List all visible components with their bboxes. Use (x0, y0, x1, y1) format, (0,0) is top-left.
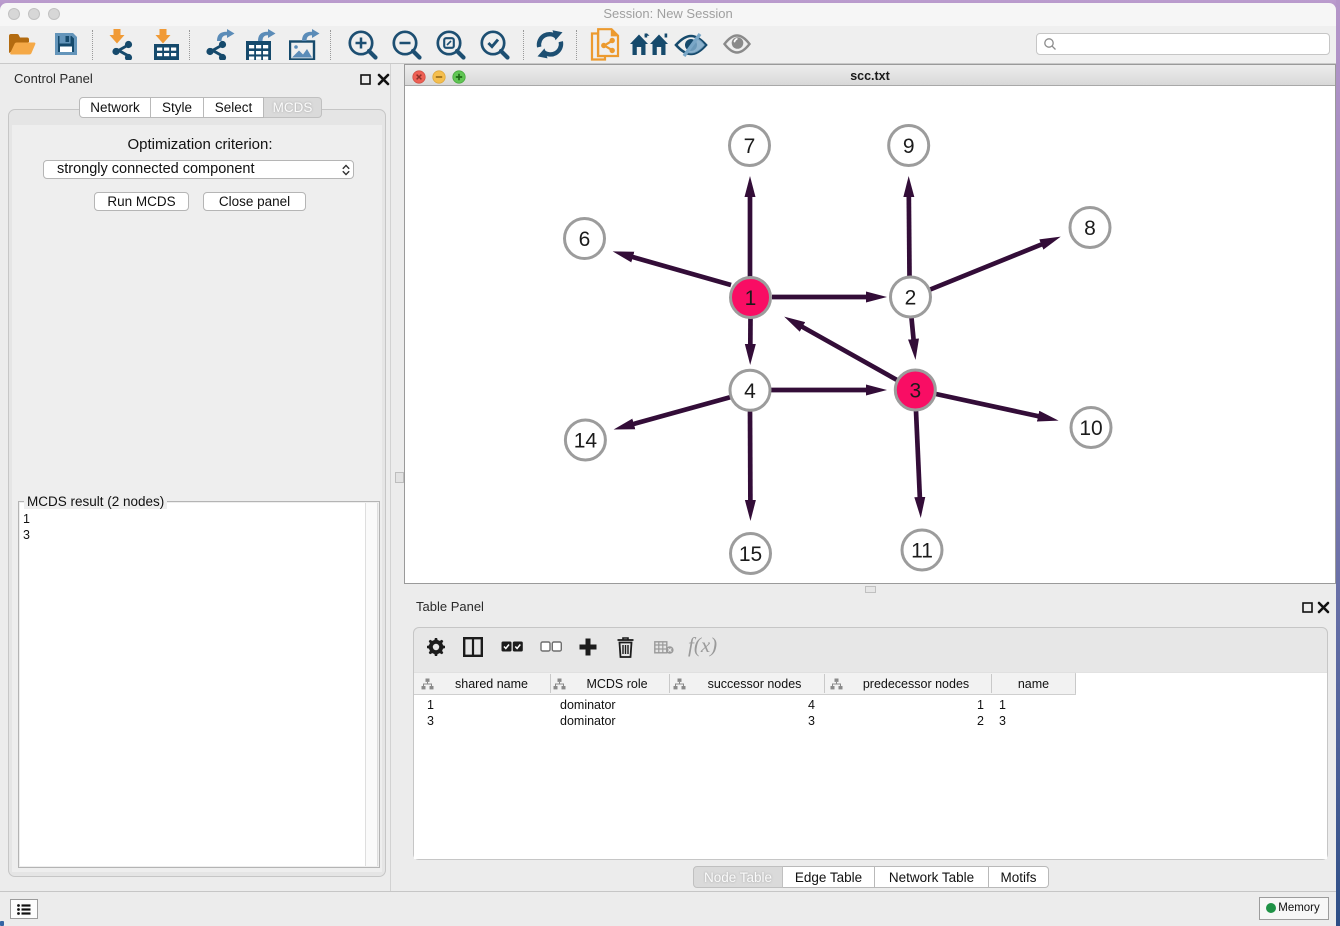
svg-text:7: 7 (744, 135, 756, 158)
svg-text:6: 6 (579, 228, 591, 251)
svg-text:15: 15 (739, 543, 762, 566)
svg-text:10: 10 (1079, 417, 1102, 440)
svg-text:11: 11 (911, 540, 933, 563)
svg-text:4: 4 (744, 380, 756, 403)
svg-text:3: 3 (909, 380, 921, 403)
svg-text:9: 9 (903, 135, 915, 158)
svg-text:14: 14 (574, 430, 598, 453)
svg-text:2: 2 (905, 287, 917, 310)
svg-text:8: 8 (1084, 217, 1096, 240)
svg-text:1: 1 (745, 287, 757, 310)
